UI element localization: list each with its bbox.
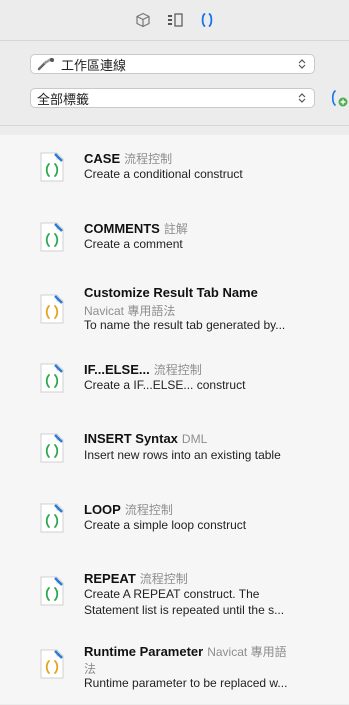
snippet-item[interactable]: LOOP 流程控制 Create a simple loop construct: [0, 493, 349, 563]
snippet-tag: 流程控制: [153, 363, 202, 377]
snippet-title: Runtime Parameter Navicat 專用語: [84, 644, 287, 659]
sql-file-icon: [40, 503, 64, 533]
chevron-updown-icon: [298, 59, 306, 69]
snippet-title: LOOP 流程控制: [84, 502, 173, 517]
snippet-item[interactable]: IF...ELSE... 流程控制 Create a IF...ELSE... c…: [0, 353, 349, 423]
snippet-tag: 註解: [163, 222, 188, 236]
code-snippet-icon[interactable]: [198, 11, 216, 29]
add-snippet-icon: [331, 90, 348, 107]
tag-select[interactable]: 全部標籤: [30, 88, 315, 108]
snippet-list: CASE 流程控制 Create a conditional construct …: [0, 135, 349, 704]
snippet-item[interactable]: INSERT Syntax DML Insert new rows into an…: [0, 423, 349, 493]
sql-file-icon: [40, 152, 64, 182]
add-snippet-button[interactable]: [330, 88, 349, 108]
snippet-tag: 流程控制: [124, 152, 173, 166]
snippet-description: Create A REPEAT construct. The: [84, 587, 260, 601]
chevron-updown-icon: [298, 93, 306, 103]
snippet-tag: DML: [181, 432, 208, 446]
snippet-description: Create a simple loop construct: [84, 518, 247, 532]
snippet-tag: Navicat 專用語法: [84, 304, 176, 318]
sql-file-icon: [40, 433, 64, 463]
cube-icon[interactable]: [134, 11, 152, 29]
snippet-title: REPEAT 流程控制: [84, 571, 188, 586]
snippet-description: Insert new rows into an existing table: [84, 448, 281, 462]
toolbar-divider: [0, 40, 349, 41]
snippet-title: CASE 流程控制: [84, 151, 173, 166]
sql-file-icon: [40, 294, 64, 324]
snippet-item[interactable]: CASE 流程控制 Create a conditional construct: [0, 142, 349, 212]
snippet-item[interactable]: COMMENTS 註解 Create a comment: [0, 212, 349, 282]
filter-divider: [0, 125, 349, 126]
layout-icon[interactable]: [166, 11, 184, 29]
snippet-title: Customize Result Tab Name: [84, 285, 258, 300]
snippet-title: INSERT Syntax DML: [84, 431, 208, 446]
snippet-title: IF...ELSE... 流程控制: [84, 362, 202, 377]
snippet-item[interactable]: Runtime Parameter Navicat 專用語 法 Runtime p…: [0, 635, 349, 705]
snippet-tag: 流程控制: [124, 503, 173, 517]
sql-file-icon: [40, 363, 64, 393]
snippet-item[interactable]: REPEAT 流程控制 Create A REPEAT construct. Th…: [0, 562, 349, 632]
sql-file-icon: [40, 649, 64, 679]
snippet-tag: 流程控制: [139, 572, 188, 586]
tag-select-value: 全部標籤: [37, 91, 90, 107]
snippet-description-line2: Statement list is repeated until the s..…: [84, 603, 285, 617]
snippet-description: To name the result tab generated by...: [84, 318, 286, 332]
snippet-tag: Navicat 專用語: [207, 645, 287, 659]
connection-icon: [37, 57, 57, 71]
snippet-description: Create a IF...ELSE... construct: [84, 378, 246, 392]
top-toolbar: [0, 0, 349, 40]
snippet-title: COMMENTS 註解: [84, 221, 188, 236]
snippet-description: Create a conditional construct: [84, 167, 243, 181]
snippet-description: Create a comment: [84, 237, 183, 251]
snippet-description: Runtime parameter to be replaced w...: [84, 676, 288, 690]
sql-file-icon: [40, 222, 64, 252]
snippet-item[interactable]: Customize Result Tab Name Navicat 專用語法 T…: [0, 281, 349, 351]
sql-file-icon: [40, 576, 64, 606]
connection-select-value: 工作區連線: [61, 57, 127, 73]
snippet-tag-wrap: 法: [84, 662, 97, 676]
connection-select[interactable]: 工作區連線: [30, 54, 315, 74]
